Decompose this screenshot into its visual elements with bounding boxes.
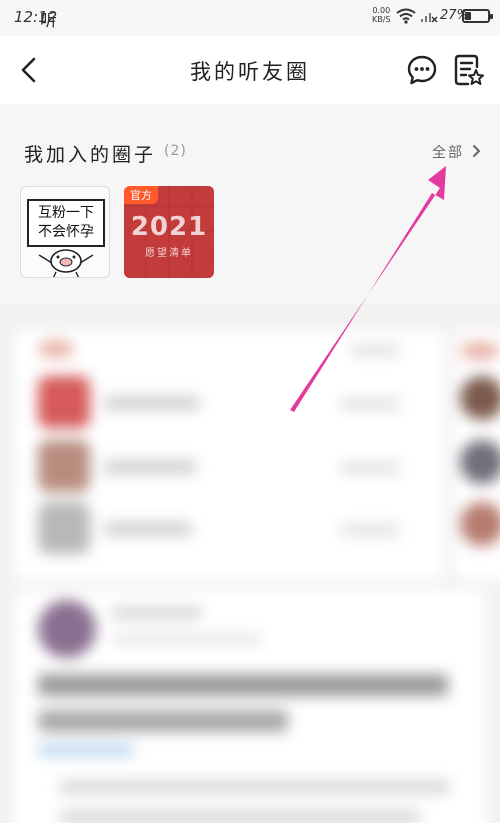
circle-card-meme[interactable]: 互粉一下 不会怀孕 [20, 186, 110, 278]
blurred-avatar [38, 376, 90, 428]
blurred-feed [0, 304, 500, 823]
blurred-text [104, 460, 196, 474]
blurred-text [340, 524, 400, 536]
top-header: 我的听友圈 [0, 36, 500, 104]
notes-icon[interactable] [452, 53, 484, 87]
official-badge: 官方 [124, 186, 158, 204]
chevron-right-icon[interactable] [472, 144, 482, 158]
blurred-feed-content [0, 304, 500, 823]
status-bar: 12:12 听 0.00 KB/S 27% [0, 0, 500, 36]
blurred-avatar [38, 502, 90, 554]
joined-circles-section: 我加入的圈子 (2) 全部 互粉一下 不会怀孕 官方 2021 愿望清单 [0, 104, 500, 304]
circle-count: (2) [164, 143, 187, 159]
blurred-text [340, 462, 400, 474]
meme-sign-line-2: 不会怀孕 [38, 224, 94, 240]
card-year: 2021 [130, 212, 208, 242]
wifi-icon [396, 8, 416, 24]
battery-fill [465, 12, 471, 20]
blurred-avatar [460, 376, 500, 420]
blurred-text [60, 780, 450, 794]
view-all-link[interactable]: 全部 [432, 142, 464, 162]
blurred-avatar [460, 440, 500, 484]
battery-icon [462, 9, 493, 23]
blurred-avatar [460, 502, 500, 546]
meme-sign-line-1: 互粉一下 [38, 205, 94, 221]
blurred-text [104, 522, 192, 536]
section-title: 我加入的圈子 [24, 144, 157, 166]
blurred-text [60, 810, 420, 823]
signal-icon [421, 13, 438, 23]
card-subtitle: 愿望清单 [145, 248, 193, 259]
meme-sign: 互粉一下 不会怀孕 [27, 199, 105, 247]
blurred-tag [460, 342, 500, 360]
app-notification-icon: 听 [40, 11, 57, 31]
blurred-text [104, 396, 200, 410]
blurred-text [350, 344, 400, 356]
meme-character-illustration [38, 249, 94, 277]
blurred-link [38, 744, 134, 756]
blurred-text [112, 634, 262, 644]
blurred-text [38, 674, 448, 696]
blurred-avatar [38, 600, 96, 658]
blurred-text [112, 606, 202, 620]
circle-card-2021-wishlist[interactable]: 官方 2021 愿望清单 [124, 186, 214, 278]
blurred-text [38, 710, 288, 732]
network-speed-unit: KB/S [372, 15, 391, 24]
blurred-tag [38, 340, 74, 358]
blurred-text [340, 398, 400, 410]
blurred-avatar [38, 440, 90, 492]
network-speed: 0.00 KB/S [372, 6, 391, 24]
message-icon[interactable] [406, 54, 438, 86]
network-speed-value: 0.00 [372, 6, 391, 15]
